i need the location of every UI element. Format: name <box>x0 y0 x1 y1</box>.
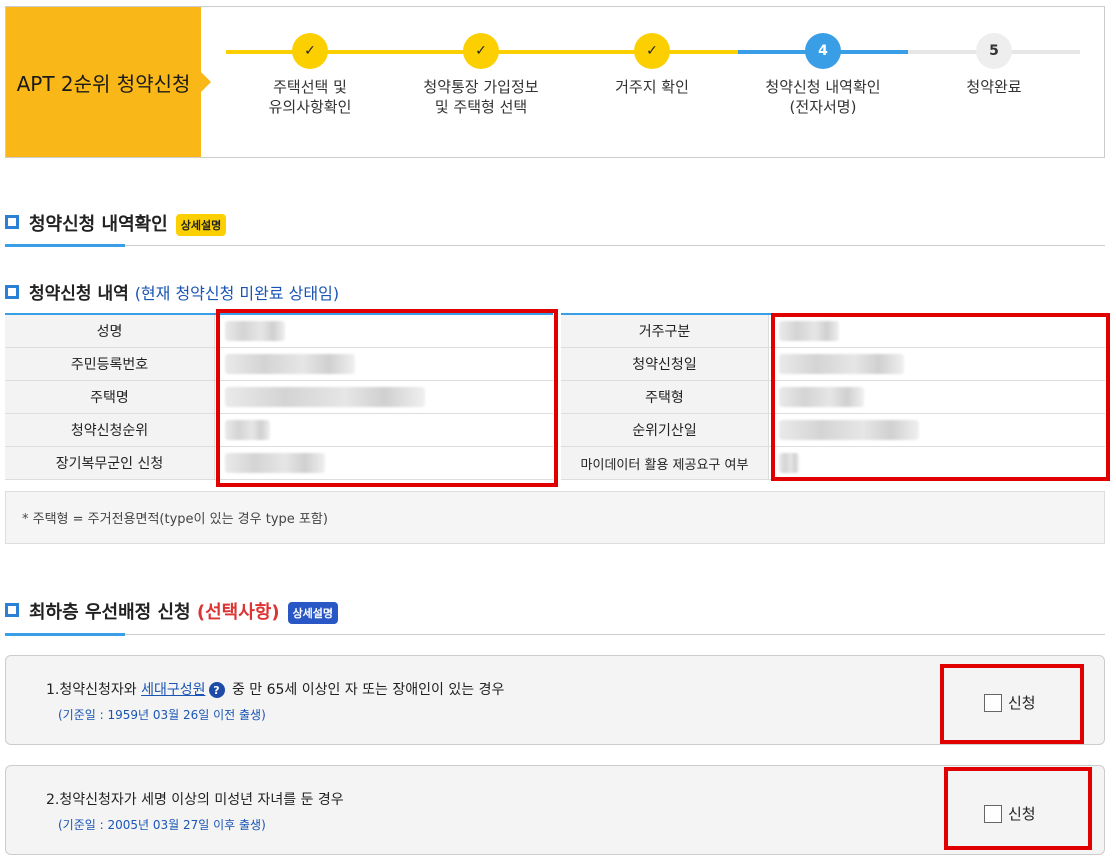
priority-option-2: 2.청약신청자가 세명 이상의 미성년 자녀를 둔 경우 (기준일 : 2005… <box>5 765 1105 855</box>
step-label: 청약신청 내역확인 <box>765 78 881 96</box>
detail-badge[interactable]: 상세설명 <box>175 214 227 236</box>
divider-accent <box>5 244 125 247</box>
square-bullet-icon <box>5 215 19 229</box>
step-label: 거주지 확인 <box>615 78 689 96</box>
optional-note: (선택사항) <box>196 602 280 623</box>
table-label: 성명 <box>5 315 215 347</box>
option-subtext: (기준일 : 2005년 03월 27일 이후 출생) <box>58 818 266 832</box>
detail-badge[interactable]: 상세설명 <box>287 602 339 624</box>
stepper-title: APT 2순위 청약신청 <box>6 7 211 157</box>
table-label: 청약신청순위 <box>5 414 215 446</box>
option-suffix: 중 만 65세 이상인 자 또는 장애인이 있는 경우 <box>227 682 505 698</box>
step-label: 청약통장 가입정보 <box>423 78 539 96</box>
section-title: 최하층 우선배정 신청 <box>29 602 191 623</box>
step-5: 5 청약완료 <box>904 33 1084 97</box>
highlight-box <box>771 313 1110 481</box>
footnote-box: * 주택형 = 주거전용면적(type이 있는 경우 type 포함) <box>5 491 1105 544</box>
apply-checkbox-2[interactable]: 신청 <box>984 803 1036 824</box>
square-bullet-icon <box>5 285 19 299</box>
highlight-box <box>216 309 558 487</box>
option-text: 1.청약신청자와 세대구성원? 중 만 65세 이상인 자 또는 장애인이 있는… <box>46 679 504 699</box>
status-note: (현재 청약신청 미완료 상태임) <box>134 284 340 303</box>
table-label: 주택형 <box>561 381 769 413</box>
step-label: 주택선택 및 <box>273 78 347 96</box>
step-label: 및 주택형 선택 <box>434 98 528 116</box>
step-4: 4 청약신청 내역확인 (전자서명) <box>733 33 913 117</box>
check-icon: ✓ <box>634 33 670 69</box>
help-icon[interactable]: ? <box>208 682 225 698</box>
apply-checkbox-1[interactable]: 신청 <box>984 692 1036 713</box>
checkbox[interactable] <box>984 693 1002 712</box>
table-label: 순위기산일 <box>561 414 769 446</box>
step-label: 유의사항확인 <box>268 98 352 116</box>
option-prefix: 1.청약신청자와 <box>46 682 142 698</box>
table-label: 주택명 <box>5 381 215 413</box>
check-icon: ✓ <box>292 33 328 69</box>
option-text: 2.청약신청자가 세명 이상의 미성년 자녀를 둔 경우 <box>46 792 344 808</box>
step-2: ✓ 청약통장 가입정보및 주택형 선택 <box>391 33 571 117</box>
subsection-title: 청약신청 내역 <box>29 284 129 304</box>
option-subtext: (기준일 : 1959년 03월 26일 이전 출생) <box>58 708 266 722</box>
step-number: 5 <box>976 33 1012 69</box>
table-label: 청약신청일 <box>561 348 769 380</box>
step-label: 청약완료 <box>966 78 1022 96</box>
table-label: 장기복무군인 신청 <box>5 447 215 479</box>
progress-stepper: APT 2순위 청약신청 ✓ 주택선택 및유의사항확인 ✓ 청약통장 가입정보및… <box>5 6 1105 158</box>
footnote-text: * 주택형 = 주거전용면적(type이 있는 경우 type 포함) <box>22 512 328 527</box>
table-label: 마이데이터 활용 제공요구 여부 <box>561 447 769 479</box>
step-label: (전자서명) <box>789 98 857 116</box>
table-label: 거주구분 <box>561 315 769 347</box>
check-icon: ✓ <box>463 33 499 69</box>
checkbox-label: 신청 <box>1008 694 1036 712</box>
table-label: 주민등록번호 <box>5 348 215 380</box>
section-title: 청약신청 내역확인 <box>29 214 168 235</box>
step-3: ✓ 거주지 확인 <box>562 33 742 97</box>
square-bullet-icon <box>5 603 19 617</box>
divider-accent <box>5 633 125 636</box>
checkbox-label: 신청 <box>1008 805 1036 823</box>
step-1: ✓ 주택선택 및유의사항확인 <box>220 33 400 117</box>
divider <box>5 245 1105 246</box>
checkbox[interactable] <box>984 804 1002 823</box>
step-number: 4 <box>805 33 841 69</box>
household-member-link[interactable]: 세대구성원 <box>141 682 205 698</box>
divider <box>5 634 1105 635</box>
